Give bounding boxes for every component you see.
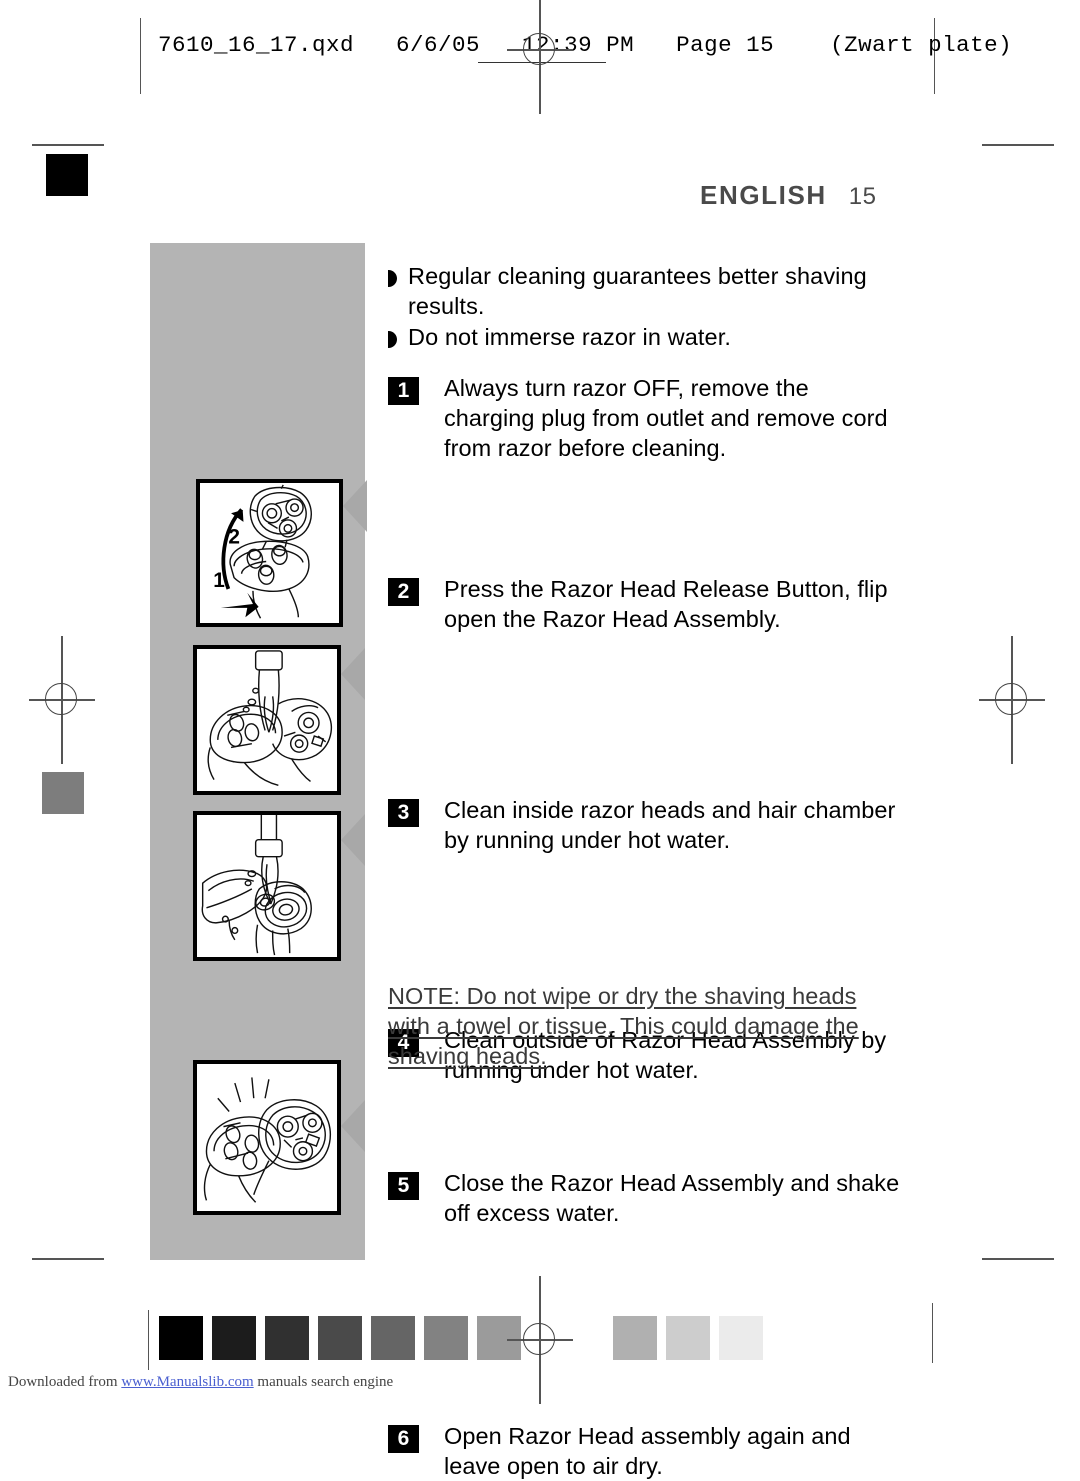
step-number-badge: 1	[388, 377, 419, 405]
list-item: Regular cleaning guarantees better shavi…	[388, 262, 904, 321]
figure-pointer-3	[341, 814, 365, 866]
manualslib-link[interactable]: www.Manualslib.com	[121, 1374, 253, 1390]
registration-mark-left	[29, 636, 95, 764]
page-number: 15	[848, 183, 877, 210]
razor-head-flip-open-illustration: 2 1	[213, 484, 312, 619]
note-line: shaving heads.	[388, 1043, 547, 1069]
strip-left-rule	[148, 1310, 150, 1370]
figure-rinse-outside-razor-head	[193, 811, 341, 961]
reg-circle	[523, 33, 555, 65]
step-number-badge: 2	[388, 578, 419, 606]
grayscale-swatch	[371, 1316, 415, 1360]
grayscale-swatch	[318, 1316, 362, 1360]
grayscale-swatch	[265, 1316, 309, 1360]
grayscale-swatch	[613, 1316, 657, 1360]
step-text: Close the Razor Head Assembly and shake …	[444, 1170, 900, 1226]
bullet-list: Regular cleaning guarantees better shavi…	[388, 262, 904, 355]
grayscale-swatch	[666, 1316, 710, 1360]
step-5: 5 Close the Razor Head Assembly and shak…	[388, 1168, 904, 1228]
step-3: 3 Clean inside razor heads and hair cham…	[388, 795, 904, 855]
figure-callout-1: 1	[213, 569, 225, 592]
download-footer: Downloaded from www.Manualslib.com manua…	[8, 1374, 393, 1391]
print-header-bar: 7610_16_17.qxd 6/6/05 12:39 PM Page 15 (…	[0, 0, 1080, 114]
crop-mark-top-left	[32, 144, 104, 146]
figure-razor-head-flip-open: 2 1	[196, 479, 343, 627]
rinse-inside-razor-heads-illustration	[207, 650, 332, 786]
grayscale-swatch	[212, 1316, 256, 1360]
bullet-text: Regular cleaning guarantees better shavi…	[408, 263, 867, 319]
print-header-text: 7610_16_17.qxd 6/6/05 12:39 PM Page 15 (…	[158, 32, 1013, 58]
reg-circle	[523, 1323, 555, 1355]
registration-mark-right	[979, 636, 1045, 764]
half-disc-bullet-icon	[388, 263, 408, 287]
step-number-badge: 5	[388, 1172, 419, 1200]
registration-patch-black-top-left	[46, 154, 88, 196]
registration-patch-gray-left	[42, 772, 84, 814]
footer-suffix: manuals search engine	[253, 1374, 394, 1390]
reg-circle	[995, 683, 1027, 715]
figure-pointer-2	[341, 648, 365, 700]
step-text: Press the Razor Head Release Button, fli…	[444, 576, 888, 632]
half-disc-bullet-icon	[388, 324, 408, 348]
crop-mark-bottom-left	[32, 1258, 104, 1260]
strip-right-rule	[932, 1303, 934, 1363]
step-text: Open Razor Head assembly again and leave…	[444, 1423, 851, 1479]
note-line: NOTE: Do not wipe or dry the shaving hea…	[388, 983, 857, 1009]
registration-mark-top	[507, 0, 573, 114]
grayscale-swatch	[424, 1316, 468, 1360]
crop-mark-top-right	[982, 144, 1054, 146]
step-text: Clean inside razor heads and hair chambe…	[444, 797, 896, 853]
grayscale-swatch	[159, 1316, 203, 1360]
figure-pointer-4	[341, 1100, 365, 1152]
figure-callout-2: 2	[228, 526, 240, 549]
razor-head-open-air-dry-illustration	[203, 1077, 332, 1203]
step-text: Always turn razor OFF, remove the chargi…	[444, 375, 888, 461]
crop-mark-bottom-right	[982, 1258, 1054, 1260]
reg-circle	[45, 683, 77, 715]
bullet-text: Do not immerse razor in water.	[408, 324, 731, 350]
step-2: 2 Press the Razor Head Release Button, f…	[388, 574, 904, 634]
note-block: NOTE: Do not wipe or dry the shaving hea…	[388, 981, 904, 1071]
figure-rinse-inside-razor-heads	[193, 645, 341, 795]
figure-razor-head-open-air-dry	[193, 1060, 341, 1215]
grayscale-swatch	[719, 1316, 763, 1360]
header-rule-left	[140, 18, 141, 94]
step-1: 1 Always turn razor OFF, remove the char…	[388, 373, 904, 463]
footer-prefix: Downloaded from	[8, 1374, 122, 1390]
figure-pointer-1	[343, 480, 367, 532]
step-number-badge: 6	[388, 1425, 419, 1453]
note-line: with a towel or tissue. This could damag…	[388, 1013, 859, 1039]
registration-mark-bottom	[507, 1276, 573, 1404]
list-item: Do not immerse razor in water.	[388, 323, 904, 353]
rinse-outside-razor-head-illustration	[201, 815, 312, 956]
language-label: ENGLISH	[700, 180, 827, 210]
step-6: 6 Open Razor Head assembly again and lea…	[388, 1421, 904, 1481]
page-title: ENGLISH 15	[700, 180, 876, 211]
step-number-badge: 3	[388, 799, 419, 827]
